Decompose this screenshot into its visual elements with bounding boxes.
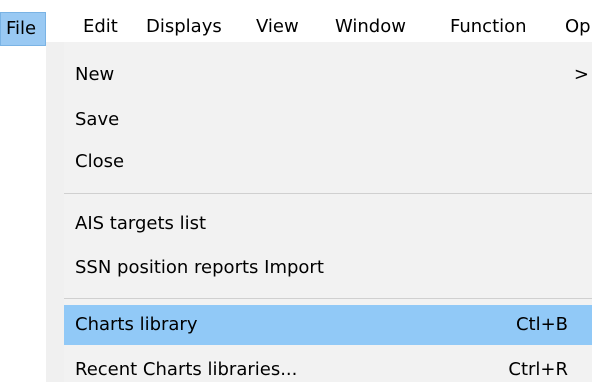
menu-separator	[64, 298, 592, 299]
menu-item-label: Charts library	[75, 314, 198, 335]
menu-item-shortcut: Ctrl+R	[508, 359, 568, 380]
menu-item-shortcut: Ctl+B	[515, 314, 568, 335]
menu-item-label: Recent Charts libraries...	[75, 359, 298, 380]
menu-separator	[64, 193, 592, 194]
menu-item-new[interactable]: New >	[64, 55, 592, 95]
menu-function[interactable]: Function	[450, 12, 527, 42]
menu-item-label: SSN position reports Import	[75, 257, 324, 278]
menu-view[interactable]: View	[256, 12, 299, 42]
menu-icon-gutter	[46, 42, 64, 382]
menu-item-save[interactable]: Save	[64, 100, 592, 140]
menu-displays[interactable]: Displays	[146, 12, 222, 42]
menu-window[interactable]: Window	[335, 12, 406, 42]
menu-item-label: Close	[75, 151, 125, 172]
menu-file[interactable]: File	[0, 12, 46, 46]
menu-item-ssn-position-reports-import[interactable]: SSN position reports Import	[64, 248, 592, 288]
menu-bar: File Edit Displays View Window Function …	[0, 0, 592, 46]
menu-item-label: New	[75, 64, 115, 85]
submenu-arrow-icon: >	[573, 64, 589, 85]
menu-item-recent-charts-libraries[interactable]: Recent Charts libraries... Ctrl+R	[64, 350, 592, 390]
menu-item-close[interactable]: Close	[64, 142, 592, 182]
menu-item-charts-library[interactable]: Charts library Ctl+B	[64, 305, 592, 345]
menu-edit[interactable]: Edit	[83, 12, 118, 42]
menu-item-label: AIS targets list	[75, 213, 207, 234]
menu-item-ais-targets-list[interactable]: AIS targets list	[64, 204, 592, 244]
menu-item-label: Save	[75, 109, 120, 130]
menu-options[interactable]: Op	[565, 12, 591, 42]
